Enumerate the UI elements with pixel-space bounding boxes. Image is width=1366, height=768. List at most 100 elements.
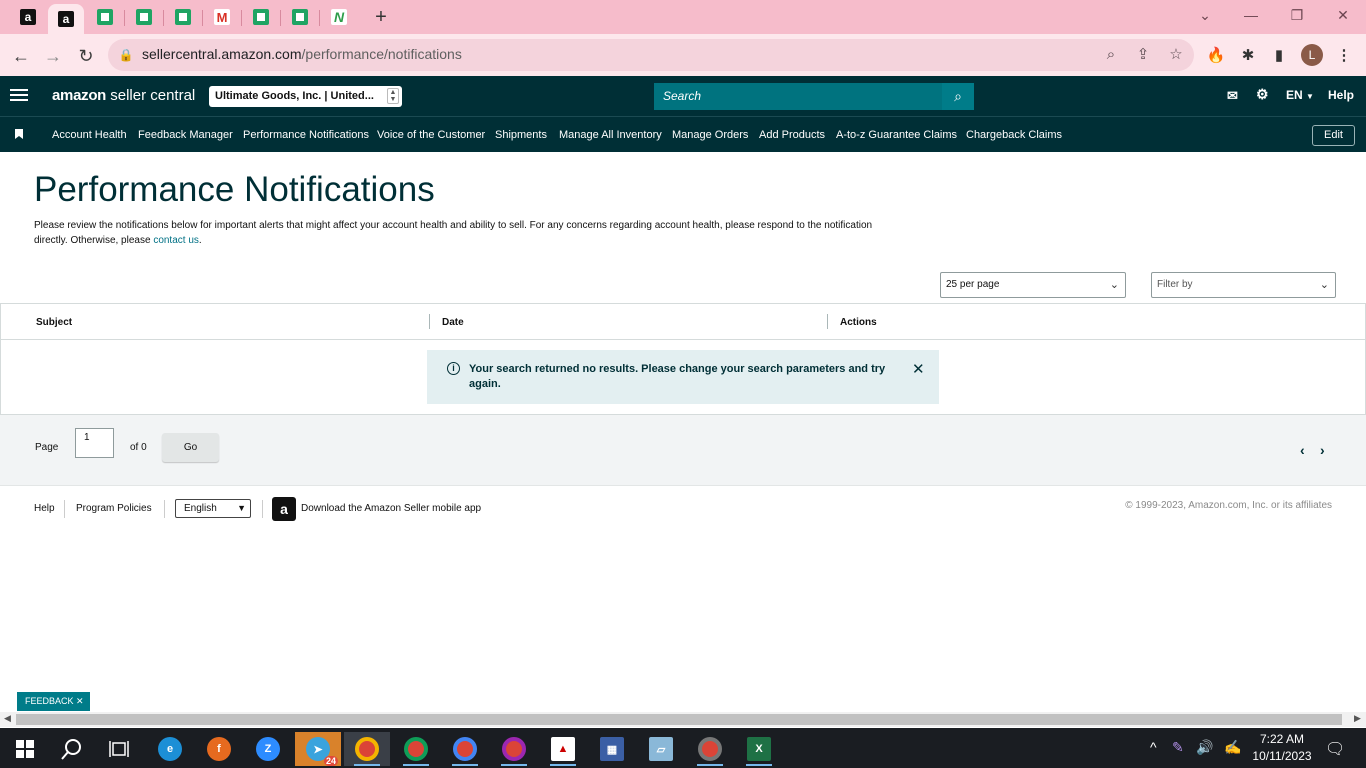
gear-icon[interactable]: ⚙ xyxy=(1256,86,1269,103)
calculator-icon[interactable]: ▦ xyxy=(589,732,635,766)
help-link[interactable]: Help xyxy=(1328,88,1354,102)
pen-app-icon[interactable]: ✎ xyxy=(1172,739,1184,756)
close-window-button[interactable]: ✕ xyxy=(1320,4,1366,26)
back-icon[interactable]: ← xyxy=(8,43,34,69)
taskbar-clock[interactable]: 7:22 AM 10/11/2023 xyxy=(1247,731,1317,765)
excel-icon[interactable]: X xyxy=(736,732,782,766)
lock-icon[interactable]: 🔒 xyxy=(116,45,136,65)
scrollbar-thumb[interactable] xyxy=(16,714,1342,725)
extension-fire-icon[interactable]: 🔥 xyxy=(1205,45,1227,67)
nav-performance-notifications[interactable]: Performance Notifications xyxy=(243,129,369,141)
per-page-value: 25 per page xyxy=(946,279,1000,290)
tab-amazon-1[interactable]: a xyxy=(16,6,40,28)
profile-avatar[interactable]: L xyxy=(1301,44,1323,66)
per-page-select[interactable]: 25 per page ⌄ xyxy=(940,272,1126,298)
edit-nav-button[interactable]: Edit xyxy=(1312,125,1355,146)
seller-central-header: amazon seller central Ultimate Goods, In… xyxy=(0,76,1366,116)
volume-icon[interactable]: 🔊 xyxy=(1196,739,1213,756)
tab-search-button[interactable]: ⌄ xyxy=(1182,4,1228,26)
nav-add-products[interactable]: Add Products xyxy=(759,129,825,141)
download-app-link[interactable]: Download the Amazon Seller mobile app xyxy=(301,503,481,514)
column-actions: Actions xyxy=(840,317,877,328)
task-view-icon[interactable] xyxy=(96,732,142,766)
language-selector[interactable]: EN ▼ xyxy=(1286,88,1314,102)
windows-start-icon[interactable] xyxy=(2,732,48,766)
notepad-icon[interactable]: ▱ xyxy=(638,732,684,766)
chrome-menu-icon[interactable]: ⋮ xyxy=(1333,45,1355,67)
previous-page-icon[interactable]: ‹ xyxy=(1300,442,1305,458)
column-subject[interactable]: Subject xyxy=(36,317,72,328)
forward-icon[interactable]: → xyxy=(40,43,66,69)
search-icon: ⌕ xyxy=(954,88,962,104)
tab-amazon-active[interactable]: a xyxy=(48,4,84,34)
tab-sheets-3[interactable] xyxy=(171,6,195,28)
seller-app-icon[interactable]: a xyxy=(272,497,296,521)
pen-workspace-icon[interactable]: ✍ xyxy=(1224,739,1241,756)
image-viewer-icon[interactable]: ▲ xyxy=(540,732,586,766)
up-down-arrows-icon: ▲ ▼ xyxy=(387,88,399,104)
zoom-app-icon[interactable]: Z xyxy=(245,732,291,766)
tab-sheets-2[interactable] xyxy=(132,6,156,28)
share-icon[interactable]: ⇪ xyxy=(1133,45,1153,65)
filter-select[interactable]: Filter by ⌄ xyxy=(1151,272,1336,298)
contact-us-link[interactable]: contact us xyxy=(153,235,199,246)
nav-manage-all-inventory[interactable]: Manage All Inventory xyxy=(559,129,662,141)
column-date[interactable]: Date xyxy=(442,317,464,328)
hamburger-menu-icon[interactable] xyxy=(10,86,28,106)
reload-icon[interactable]: ↻ xyxy=(73,43,99,69)
tab-sheets-1[interactable] xyxy=(93,6,117,28)
footer-language-select[interactable]: English ▼ xyxy=(175,499,251,518)
page-number-input[interactable]: 1 xyxy=(75,428,114,458)
close-icon[interactable]: ✕ xyxy=(912,360,925,378)
chrome-profile-4-icon[interactable] xyxy=(491,732,537,766)
minimize-button[interactable]: — xyxy=(1228,4,1274,26)
edge-icon[interactable]: e xyxy=(147,732,193,766)
restore-button[interactable]: ❐ xyxy=(1274,4,1320,26)
close-icon[interactable]: ✕ xyxy=(76,696,84,706)
address-bar[interactable]: 🔒 sellercentral.amazon.com/performance/n… xyxy=(108,39,1194,71)
search-input[interactable]: Search xyxy=(654,83,942,110)
nav-chargeback-claims[interactable]: Chargeback Claims xyxy=(966,129,1062,141)
horizontal-scrollbar[interactable]: ◀ ▶ xyxy=(0,712,1366,727)
chrome-icon[interactable] xyxy=(344,732,390,766)
amazon-favicon-icon: a xyxy=(58,11,74,27)
seller-central-logo[interactable]: amazon seller central xyxy=(52,87,195,104)
scroll-left-icon[interactable]: ◀ xyxy=(4,713,11,724)
intro-text: Please review the notifications below fo… xyxy=(34,218,894,248)
feedback-button[interactable]: FEEDBACK ✕ xyxy=(17,692,90,711)
footer-help-link[interactable]: Help xyxy=(34,503,55,514)
tab-sheets-5[interactable] xyxy=(288,6,312,28)
scroll-right-icon[interactable]: ▶ xyxy=(1354,713,1361,724)
nav-account-health[interactable]: Account Health xyxy=(52,129,127,141)
chrome-profile-2-icon[interactable] xyxy=(393,732,439,766)
zoom-icon[interactable]: ⌕ xyxy=(1101,45,1121,65)
program-policies-link[interactable]: Program Policies xyxy=(76,503,152,514)
tab-gmail[interactable]: M xyxy=(210,6,234,28)
account-switcher[interactable]: Ultimate Goods, Inc. | United... ▲ ▼ xyxy=(209,86,402,107)
nav-shipments[interactable]: Shipments xyxy=(495,129,547,141)
mail-icon[interactable]: ✉ xyxy=(1227,88,1238,104)
chrome-profile-5-icon[interactable] xyxy=(687,732,733,766)
tray-overflow-icon[interactable]: ^ xyxy=(1150,739,1157,755)
extensions-puzzle-icon[interactable]: ✱ xyxy=(1237,45,1259,67)
go-button[interactable]: Go xyxy=(162,433,219,462)
tab-other[interactable]: N xyxy=(327,6,351,28)
tab-sheets-4[interactable] xyxy=(249,6,273,28)
new-tab-button[interactable]: + xyxy=(369,6,393,28)
url-host: sellercentral.amazon.com xyxy=(142,46,302,62)
taskbar-search-icon[interactable] xyxy=(49,732,95,766)
notifications-icon[interactable]: 🗨 xyxy=(1325,739,1345,759)
nav-feedback-manager[interactable]: Feedback Manager xyxy=(138,129,233,141)
bookmark-icon[interactable] xyxy=(15,129,23,139)
nav-a-to-z-claims[interactable]: A-to-z Guarantee Claims xyxy=(836,129,957,141)
app-favicon-icon: N xyxy=(331,9,347,25)
nav-manage-orders[interactable]: Manage Orders xyxy=(672,129,748,141)
telegram-icon[interactable]: ➤ 24 xyxy=(295,732,341,766)
side-panel-icon[interactable]: ▮ xyxy=(1268,45,1290,67)
firefox-icon[interactable]: f xyxy=(196,732,242,766)
search-button[interactable]: ⌕ xyxy=(942,83,974,110)
nav-voice-of-the-customer[interactable]: Voice of the Customer xyxy=(377,129,485,141)
bookmark-star-icon[interactable]: ☆ xyxy=(1166,45,1186,65)
chrome-profile-3-icon[interactable] xyxy=(442,732,488,766)
next-page-icon[interactable]: › xyxy=(1320,442,1325,458)
